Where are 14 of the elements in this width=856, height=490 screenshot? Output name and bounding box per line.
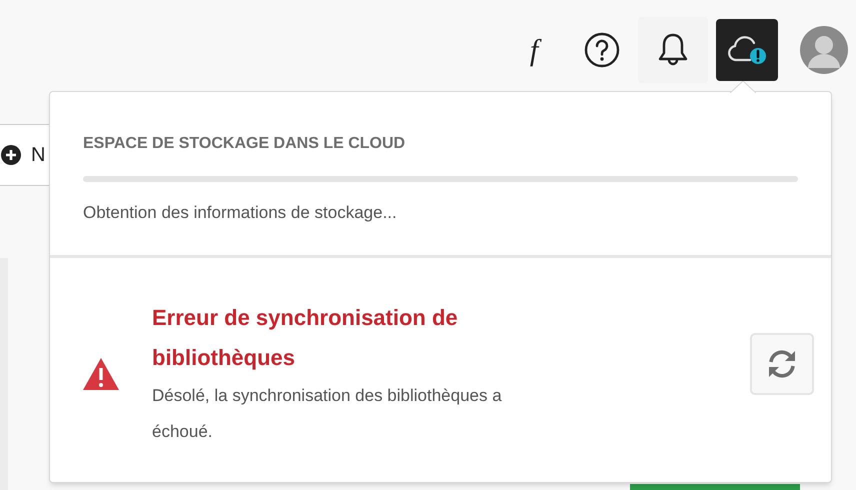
font-button[interactable]: f xyxy=(502,18,566,82)
error-message: Désolé, la synchronisation des bibliothèques a échoué. xyxy=(152,385,503,443)
avatar xyxy=(800,26,848,74)
retry-sync-button[interactable] xyxy=(750,333,814,395)
cloud-button[interactable] xyxy=(716,19,778,81)
popup-heading: ESPACE DE STOCKAGE DANS LE CLOUD xyxy=(83,134,406,154)
bell-icon xyxy=(656,32,690,68)
new-button[interactable]: N xyxy=(0,124,50,186)
help-icon xyxy=(584,32,620,68)
plus-icon xyxy=(1,145,21,165)
warning-icon xyxy=(82,357,120,391)
storage-status-text: Obtention des informations de stockage... xyxy=(83,202,398,224)
error-title: Erreur de synchronisation de bibliothèques xyxy=(152,304,459,372)
notifications-button[interactable] xyxy=(638,17,708,83)
